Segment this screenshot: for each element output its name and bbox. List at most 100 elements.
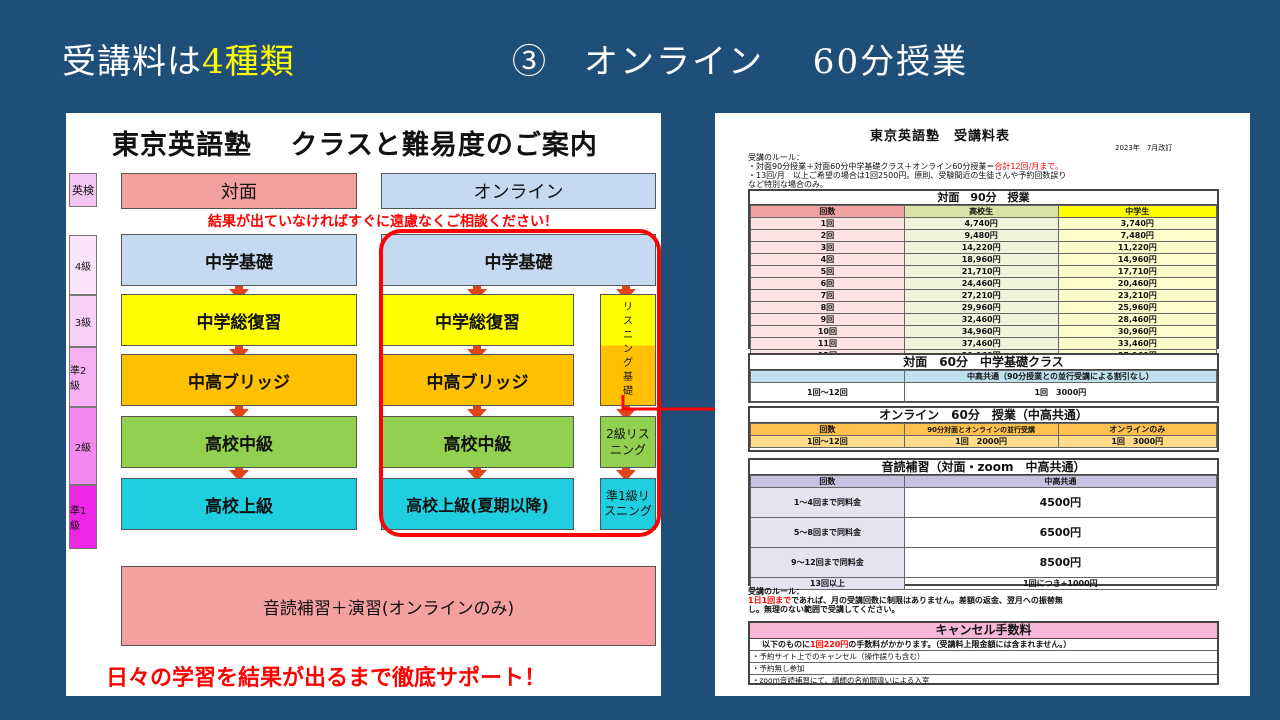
table-cell: 6500円: [903, 517, 1218, 548]
rules2-label: 受講のルール：: [748, 587, 804, 596]
table-cell: 25,960円: [1057, 301, 1218, 314]
table-cell: 32,460円: [903, 313, 1059, 326]
eiken-level-2: 2級: [69, 407, 97, 485]
col-header: 回数: [750, 423, 905, 436]
cancel-item: ・zoom音読補習にて、講師の名前間違いによる入室: [752, 676, 930, 685]
cancel-fee-section: キャンセル手数料 以下のものに1回220円の手数料がかかります。（受講料上限金額…: [748, 621, 1219, 685]
consult-notice: 結果が出ていなければすぐに遠慮なくご相談ください！: [208, 214, 558, 230]
table-cell: 14,220円: [903, 241, 1059, 254]
support-slogan: 日々の学習を結果が出るまで徹底サポート！: [106, 666, 547, 691]
table-row: 3回 14,220円 11,220円: [750, 241, 1218, 254]
cancel-fee-title: キャンセル手数料: [750, 623, 1217, 639]
table-row: 2回 9,480円 7,480円: [750, 229, 1218, 242]
rules-line-3: など特別な場合のみ。: [748, 180, 828, 189]
table-cell: 24,460円: [903, 277, 1059, 290]
face-step-hs-advanced: 高校上級: [121, 478, 357, 530]
table-cell: 9,480円: [903, 229, 1059, 242]
rules-label: 受講のルール：: [748, 153, 804, 162]
table-cell: 5回: [750, 265, 905, 278]
table-cell: 9回: [750, 313, 905, 326]
table-cell: 1回～12回: [750, 435, 905, 448]
table-cell: 4500円: [903, 487, 1218, 518]
table-cell: 21,710円: [903, 265, 1059, 278]
table-cell: 11回: [750, 337, 905, 350]
eiken-level-4: 4級: [69, 235, 97, 295]
col-header: 90分対面とオンラインの並行受講: [903, 423, 1059, 436]
col-header: 回数: [750, 475, 905, 488]
table-cell: 1回: [750, 217, 905, 230]
table-cell: 7,480円: [1057, 229, 1218, 242]
col-header: 中高共通（90分授業との並行受講による割引なし）: [903, 370, 1218, 383]
class-guide-panel: 東京英語塾 クラスと難易度のご案内 英検 4級 3級 準2級 2級 準1級 対面…: [66, 113, 661, 696]
ondoku-title: 音読補習（対面・zoom 中高共通）: [750, 460, 1217, 475]
table-cell: 18,960円: [903, 253, 1059, 266]
table-cell: 14,960円: [1057, 253, 1218, 266]
eiken-level-3: 3級: [69, 295, 97, 347]
col-header: 高校生: [903, 205, 1059, 218]
doc-revised: 2023年 7月改訂: [1115, 144, 1173, 152]
table-cell: 33,460円: [1057, 337, 1218, 350]
face-step-bridge: 中高ブリッジ: [121, 354, 357, 406]
face-step-junior-basic: 中学基礎: [121, 234, 357, 286]
ondoku-section: 音読補習（対面・zoom 中高共通） 回数 中高共通 1～4回まで同料金 4500…: [748, 458, 1219, 590]
table-cell: 1～4回まで同料金: [750, 487, 905, 518]
table-cell: 1回～12回: [750, 382, 905, 403]
online-60-table: 回数 90分対面とオンラインの並行受講 オンラインのみ 1回～12回 1回 20…: [750, 423, 1218, 448]
table-cell: 1回 3000円: [1057, 435, 1218, 448]
title-prefix: 受講料は: [62, 42, 202, 82]
face-step-hs-intermediate: 高校中級: [121, 416, 357, 468]
table-cell: 28,460円: [1057, 313, 1218, 326]
rules-line-1: ・対面90分授業＋対面60分中学基礎クラス＋オンライン60分授業＝合計12回/月…: [748, 162, 1063, 171]
table-cell: 29,960円: [903, 301, 1059, 314]
face-90-section: 対面 90分 授業 回数 高校生 中学生 1回 4,740円 3,740円 2回 9,4…: [748, 189, 1219, 362]
doc-title: 東京英語塾 受講料表: [870, 129, 1011, 144]
class-guide-title: 東京英語塾 クラスと難易度のご案内: [112, 130, 598, 161]
table-row: 10回 34,960円 30,960円: [750, 325, 1218, 338]
table-cell: 20,460円: [1057, 277, 1218, 290]
col-header: 回数: [750, 205, 905, 218]
online-60-title: オンライン 60分 授業（中高共通）: [750, 408, 1217, 423]
table-row: 5回 21,710円 17,710円: [750, 265, 1218, 278]
table-row: 6回 24,460円 20,460円: [750, 277, 1218, 290]
table-cell: 37,460円: [903, 337, 1059, 350]
table-cell: 3,740円: [1057, 217, 1218, 230]
face-60-title: 対面 60分 中学基礎クラス: [750, 355, 1217, 370]
slide-title-left: 受講料は4種類: [62, 34, 295, 83]
col-header: 中高共通: [903, 475, 1218, 488]
table-row: 8回 29,960円 25,960円: [750, 301, 1218, 314]
table-cell: 8回: [750, 301, 905, 314]
face-60-table: 中高共通（90分授業との並行受講による割引なし） 1回～12回 1回 3000円: [750, 370, 1218, 403]
table-cell: 7回: [750, 289, 905, 302]
table-cell: 17,710円: [1057, 265, 1218, 278]
table-cell: 4,740円: [903, 217, 1059, 230]
table-row: 7回 27,210円 23,210円: [750, 289, 1218, 302]
eiken-level-pre2: 準2級: [69, 347, 97, 407]
table-cell: 1回 3000円: [903, 382, 1218, 403]
table-cell: 4回: [750, 253, 905, 266]
table-cell: 27,210円: [903, 289, 1059, 302]
online-header: オンライン: [381, 173, 656, 209]
rules-line-2: ・13回/月 以上ご希望の場合は1回2500円。原則、受験間近の生徒さんや予約回…: [748, 171, 1067, 180]
col-header: 中学生: [1057, 205, 1218, 218]
cancel-item: ・予約無し参加: [750, 663, 1217, 675]
table-cell: 8500円: [903, 547, 1218, 578]
table-cell: 2回: [750, 229, 905, 242]
online-60-section: オンライン 60分 授業（中高共通） 回数 90分対面とオンラインの並行受講 オ…: [748, 406, 1219, 452]
table-row: 11回 37,460円 33,460円: [750, 337, 1218, 350]
eiken-header: 英検: [69, 173, 97, 207]
ondoku-table: 回数 中高共通 1～4回まで同料金 4500円 5～8回まで同料金 6500円 9～…: [750, 475, 1218, 590]
face-90-table: 回数 高校生 中学生 1回 4,740円 3,740円 2回 9,480円 7,480円 3…: [750, 205, 1218, 362]
table-cell: 10回: [750, 325, 905, 338]
table-cell: 3回: [750, 241, 905, 254]
cancel-fee-line: 以下のものに1回220円の手数料がかかります。（受講料上限金額には含まれません。…: [750, 639, 1217, 651]
rules2-line-2: し。無理のない範囲で受講してください。: [748, 605, 900, 614]
online-highlight-frame: [379, 229, 661, 537]
table-cell: 30,960円: [1057, 325, 1218, 338]
fee-table-document: 東京英語塾 受講料表 2023年 7月改訂 受講のルール： ・対面90分授業＋対…: [715, 113, 1250, 696]
table-cell: 1回 2000円: [903, 435, 1059, 448]
eiken-level-pre1: 準1級: [69, 485, 97, 549]
face-to-face-header: 対面: [121, 173, 357, 209]
table-cell: 5～8回まで同料金: [750, 517, 905, 548]
doc-rules: 受講のルール： ・対面90分授業＋対面60分中学基礎クラス＋オンライン60分授業…: [748, 153, 1228, 189]
slide-title-right: ③ オンライン 60分授業: [512, 42, 969, 82]
